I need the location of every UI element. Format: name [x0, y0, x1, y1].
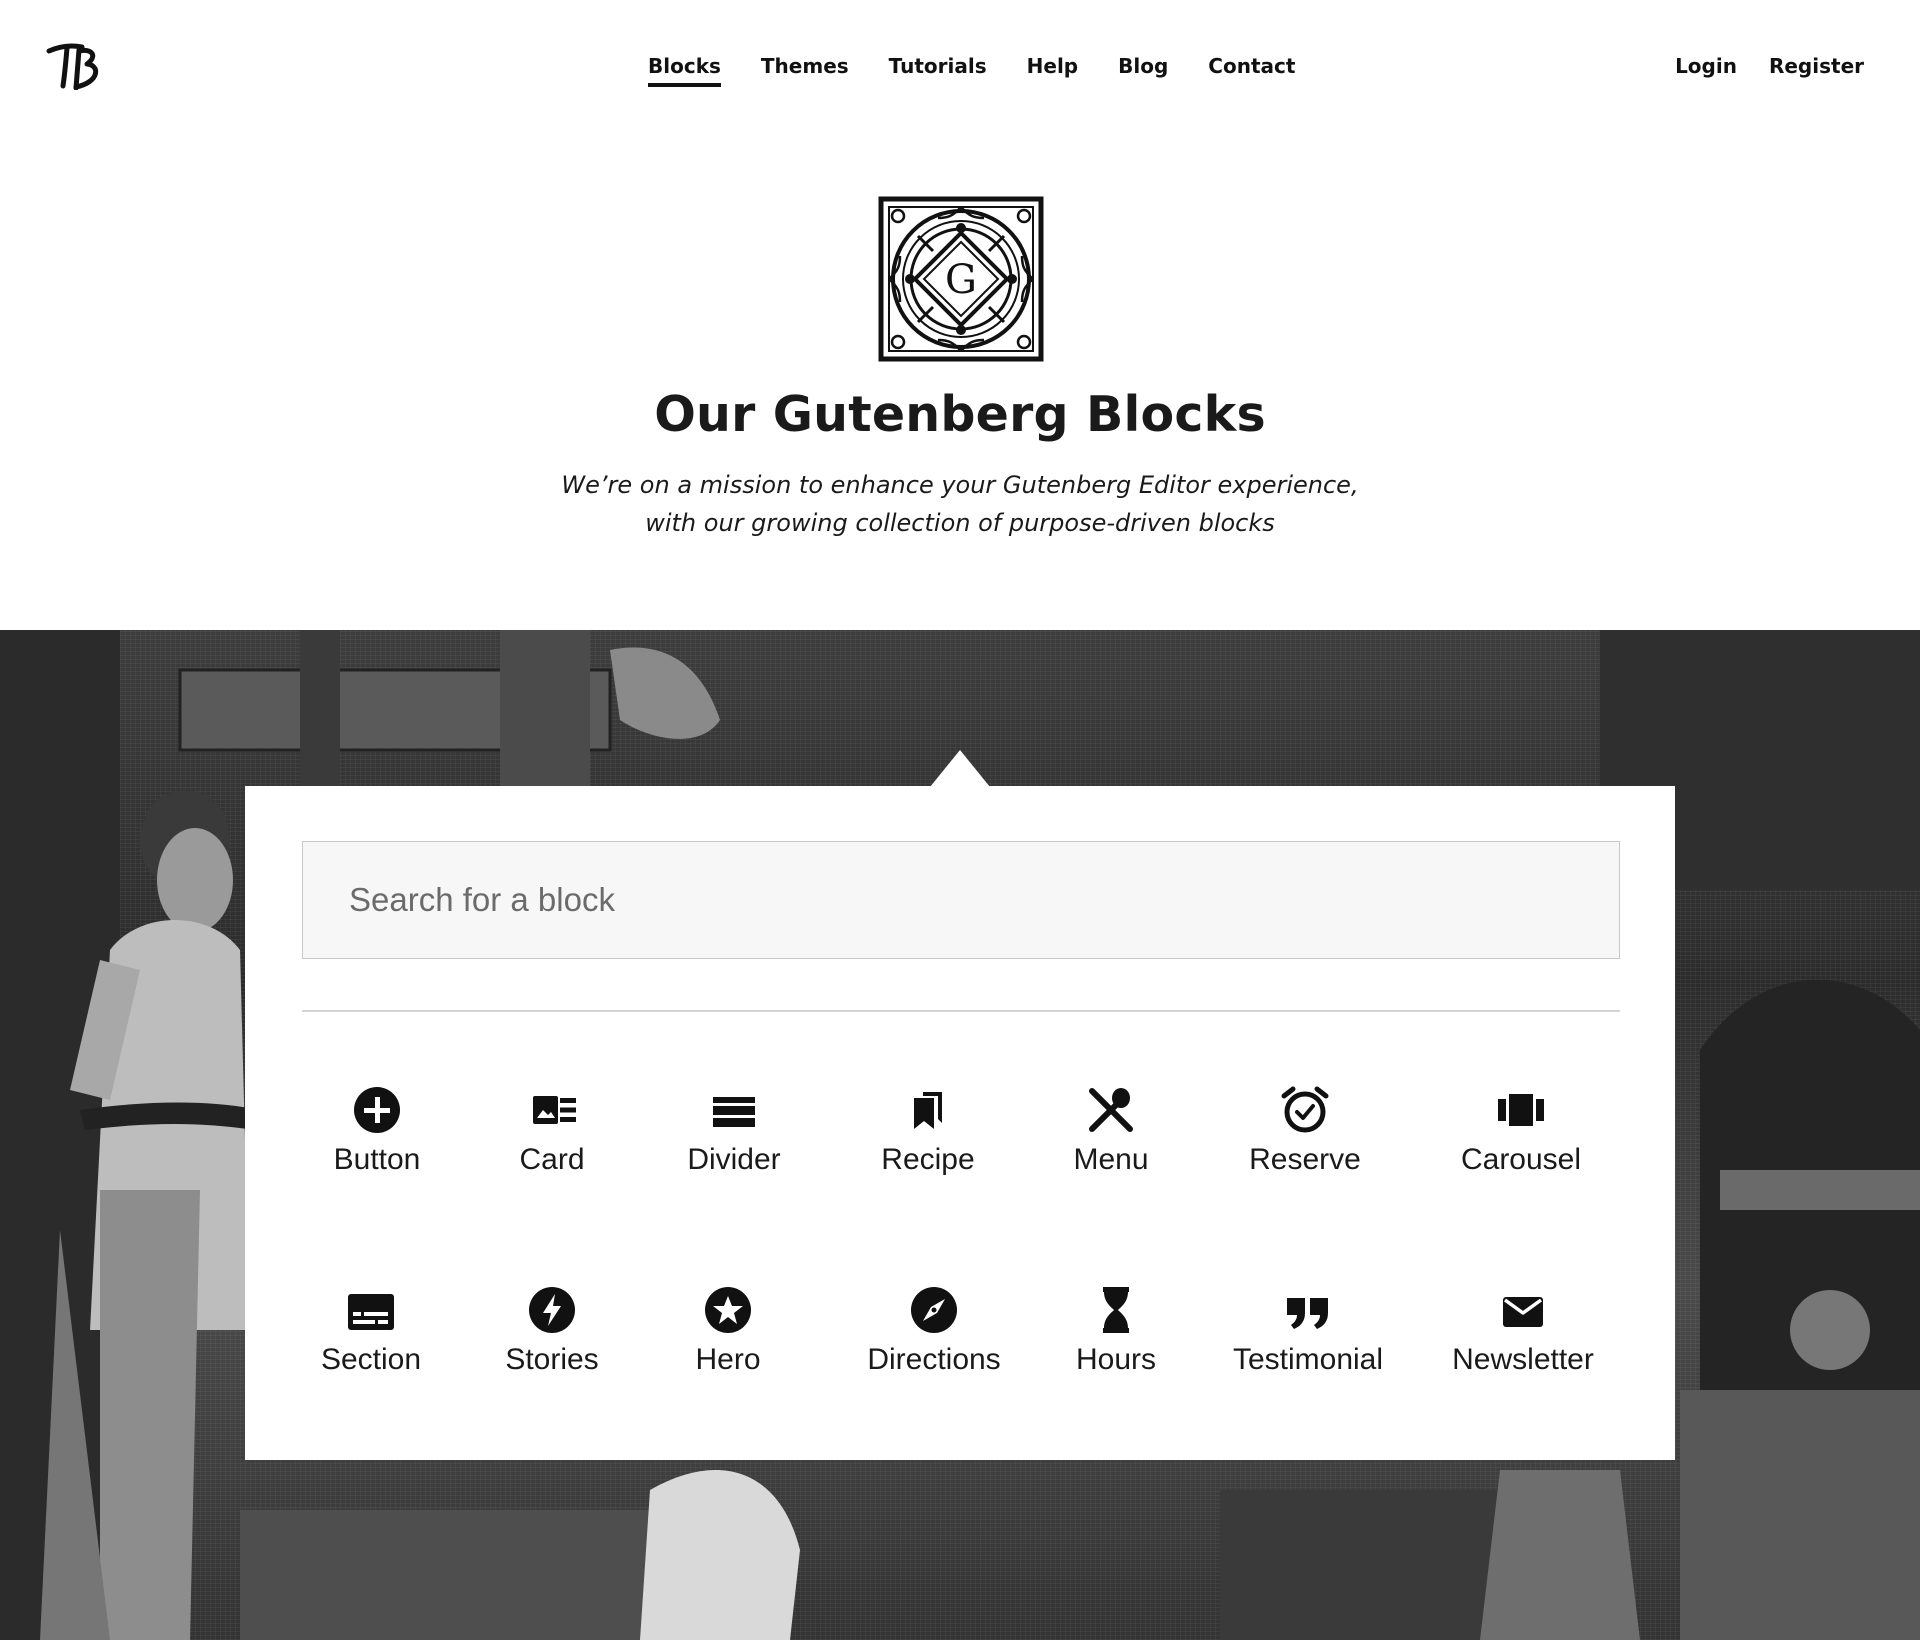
main-nav: Blocks Themes Tutorials Help Blog Contac…	[648, 54, 1295, 87]
block-label: Hero	[695, 1343, 761, 1376]
section-icon	[346, 1285, 396, 1335]
card-icon	[527, 1085, 577, 1135]
account-nav: Login Register	[1675, 54, 1864, 84]
utensils-icon	[1086, 1085, 1136, 1135]
block-hours[interactable]: Hours	[1016, 1285, 1216, 1405]
quote-icon	[1283, 1285, 1333, 1335]
block-label: Button	[333, 1143, 421, 1176]
subtitle-line-2: with our growing collection of purpose-d…	[645, 509, 1275, 537]
block-label: Testimonial	[1232, 1343, 1384, 1376]
block-card[interactable]: Card	[452, 1085, 652, 1205]
block-label: Reserve	[1249, 1143, 1361, 1176]
block-label: Stories	[505, 1343, 599, 1376]
block-reserve[interactable]: Reserve	[1205, 1085, 1405, 1205]
panel-pointer	[930, 750, 990, 787]
block-divider[interactable]: Divider	[634, 1085, 834, 1205]
recipe-bookmark-icon	[903, 1085, 953, 1135]
nav-blog[interactable]: Blog	[1118, 54, 1168, 84]
block-carousel[interactable]: Carousel	[1421, 1085, 1621, 1205]
svg-text:G: G	[945, 257, 977, 303]
hero-section: G Our Gutenberg Blocks We’re on a missio…	[0, 140, 1920, 630]
nav-help[interactable]: Help	[1027, 54, 1078, 84]
carousel-icon	[1496, 1085, 1546, 1135]
panel-divider	[302, 1010, 1620, 1012]
block-hero[interactable]: Hero	[628, 1285, 828, 1405]
nav-blocks[interactable]: Blocks	[648, 54, 721, 87]
tb-logo-icon	[46, 43, 99, 90]
block-label: Menu	[1073, 1143, 1149, 1176]
block-picker-panel: Button Card Divider Recipe Menu Reserve	[245, 786, 1675, 1460]
gutenberg-emblem-icon: G	[878, 196, 1044, 362]
block-search-input[interactable]	[302, 841, 1620, 959]
alarm-clock-icon	[1280, 1085, 1330, 1135]
nav-tutorials[interactable]: Tutorials	[889, 54, 987, 84]
site-header: Blocks Themes Tutorials Help Blog Contac…	[0, 0, 1920, 140]
nav-contact[interactable]: Contact	[1208, 54, 1295, 84]
block-label: Recipe	[881, 1143, 975, 1176]
block-label: Directions	[867, 1343, 1001, 1376]
block-recipe[interactable]: Recipe	[828, 1085, 1028, 1205]
site-logo[interactable]	[46, 42, 104, 90]
block-section[interactable]: Section	[271, 1285, 471, 1405]
register-link[interactable]: Register	[1769, 54, 1864, 84]
block-button[interactable]: Button	[277, 1085, 477, 1205]
block-testimonial[interactable]: Testimonial	[1208, 1285, 1408, 1405]
block-label: Carousel	[1460, 1143, 1582, 1176]
hourglass-icon	[1091, 1285, 1141, 1335]
page-title: Our Gutenberg Blocks	[654, 386, 1266, 443]
block-label: Divider	[687, 1143, 781, 1176]
divider-icon	[709, 1085, 759, 1135]
star-circle-icon	[703, 1285, 753, 1335]
block-label: Section	[320, 1343, 422, 1376]
block-directions[interactable]: Directions	[834, 1285, 1034, 1405]
block-menu[interactable]: Menu	[1011, 1085, 1211, 1205]
bolt-icon	[527, 1285, 577, 1335]
nav-themes[interactable]: Themes	[761, 54, 849, 84]
block-label: Newsletter	[1452, 1343, 1594, 1376]
subtitle-line-1: We’re on a mission to enhance your Guten…	[561, 471, 1359, 499]
login-link[interactable]: Login	[1675, 54, 1737, 84]
block-newsletter[interactable]: Newsletter	[1423, 1285, 1623, 1405]
block-stories[interactable]: Stories	[452, 1285, 652, 1405]
envelope-icon	[1498, 1285, 1548, 1335]
compass-icon	[909, 1285, 959, 1335]
block-label: Hours	[1075, 1343, 1157, 1376]
block-label: Card	[519, 1143, 585, 1176]
plus-circle-icon	[352, 1085, 402, 1135]
page-subtitle: We’re on a mission to enhance your Guten…	[0, 466, 1920, 542]
